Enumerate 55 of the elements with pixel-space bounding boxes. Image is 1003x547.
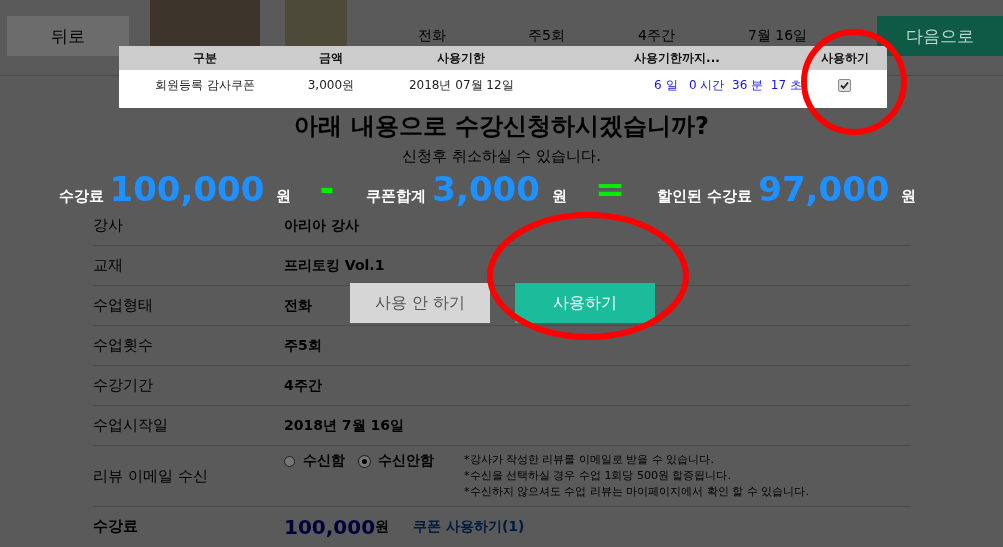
- confirm-heading: 아래 내용으로 수강신청하시겠습니까?: [293, 111, 710, 142]
- detail-value: 4주간: [284, 376, 322, 395]
- radio-button[interactable]: [284, 455, 295, 467]
- summary-text: 전화: [418, 27, 447, 45]
- detail-label: 강사: [93, 216, 124, 235]
- price-amount: 100,000: [284, 514, 376, 539]
- table-cell: 회원등록 감사쿠폰: [119, 70, 291, 100]
- book-cover-placeholder: [285, 0, 347, 46]
- detail-label: 수업형태: [93, 296, 154, 315]
- column-header: 사용기한: [371, 46, 551, 70]
- summary-unit: 원: [551, 187, 567, 206]
- detail-label: 리뷰 이메일 수신: [93, 466, 209, 486]
- summary-amount: 97,000: [758, 169, 890, 209]
- detail-value: 프리토킹 Vol.1: [284, 256, 385, 275]
- table-cell: 2018년 07월 12일: [371, 70, 551, 100]
- note-text: *수신하지 않으셔도 수업 리뷰는 마이페이지에서 확인 할 수 있습니다.: [464, 484, 809, 500]
- summary-text: 7월 16일: [748, 27, 809, 45]
- radio-label: 수신안함: [378, 452, 434, 470]
- operator-sign: =: [594, 168, 626, 209]
- detail-label: 수업시작일: [93, 416, 169, 435]
- column-header: 금액: [290, 46, 372, 70]
- summary-label: 쿠폰합계: [366, 187, 427, 206]
- next-button[interactable]: 다음으로: [877, 16, 1003, 56]
- summary-amount: 100,000: [109, 169, 265, 209]
- column-header: 사용기한까지...: [551, 46, 803, 70]
- detail-label: 수강기간: [93, 376, 154, 395]
- radio-label: 수신함: [303, 452, 345, 470]
- summary-label: 수강료: [58, 187, 104, 206]
- detail-value: 주5회: [284, 336, 322, 355]
- summary-unit: 원: [276, 187, 292, 206]
- detail-value: 2018년 7월 16일: [284, 416, 404, 435]
- detail-label: 교재: [93, 256, 124, 275]
- operator-sign: -: [319, 168, 335, 209]
- detail-value: 아리아 강사: [284, 216, 359, 235]
- detail-label: 수강료: [93, 517, 139, 536]
- back-button[interactable]: 뒤로: [7, 16, 129, 56]
- skip-button[interactable]: 사용 안 하기: [350, 283, 490, 323]
- summary-text: 4주간: [638, 27, 676, 45]
- summary-text: 주5회: [528, 27, 566, 45]
- checkbox[interactable]: [838, 79, 852, 92]
- table-cell: 3,000원: [290, 70, 372, 100]
- confirm-subtitle: 신청후 취소하실 수 있습니다.: [400, 147, 603, 166]
- note-text: *수신을 선택하실 경우 수업 1회당 500원 할증됩니다.: [464, 468, 732, 484]
- note-text: *강사가 작성한 리뷰를 이메일로 받을 수 있습니다.: [464, 452, 715, 468]
- detail-label: 수업횟수: [93, 336, 154, 355]
- column-header: 구분: [119, 46, 291, 70]
- use-button[interactable]: 사용하기: [515, 283, 655, 323]
- price-unit: 원: [375, 517, 390, 536]
- coupon-link[interactable]: 쿠폰 사용하기(1): [413, 517, 525, 536]
- detail-value: 전화: [284, 296, 312, 315]
- radio-button[interactable]: [359, 455, 370, 467]
- summary-amount: 3,000: [432, 169, 540, 209]
- summary-unit: 원: [901, 187, 917, 206]
- summary-label: 할인된 수강료: [657, 187, 753, 206]
- table-cell: 6 일 0 시간 36 분 17 초: [551, 70, 803, 100]
